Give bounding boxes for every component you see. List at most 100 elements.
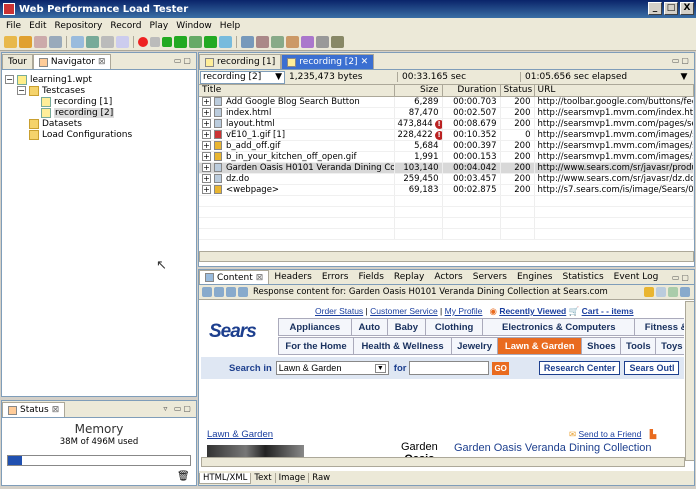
go-button[interactable]: GO [492, 361, 509, 375]
trash-icon[interactable]: 🗑 [177, 471, 190, 482]
tree-item-learning1[interactable]: − learning1.wpt [5, 74, 193, 85]
menu-repository[interactable]: Repository [51, 21, 107, 31]
chart-icon[interactable] [301, 36, 314, 48]
close-icon[interactable]: ⊠ [256, 273, 264, 283]
minimize-button[interactable]: _ [648, 2, 662, 15]
record-icon[interactable] [138, 37, 148, 47]
browser-view-icon[interactable] [238, 287, 248, 297]
pause-icon[interactable] [189, 36, 202, 48]
copy-icon[interactable] [656, 287, 666, 297]
menu-file[interactable]: File [2, 21, 25, 31]
research-center-button[interactable]: Research Center [538, 361, 621, 375]
tab-raw[interactable]: Raw [309, 473, 333, 483]
collapse-icon[interactable]: − [17, 86, 26, 95]
expand-icon[interactable]: + [202, 96, 211, 106]
tree-item-load-configurations[interactable]: Load Configurations [5, 129, 193, 140]
sears-nav-item[interactable]: Clothing [424, 318, 484, 336]
content-hscrollbar[interactable] [201, 457, 685, 467]
table-row[interactable]: + Garden Oasis H0101 Veranda Dining Colle… [199, 162, 694, 174]
table-row[interactable]: + <webpage> 69,183 00:02.875 200 http://s7.se… [199, 184, 694, 196]
search-input[interactable] [409, 361, 490, 375]
sears-outlet-button[interactable]: Sears Outl [624, 361, 680, 375]
stop-icon[interactable] [150, 37, 160, 47]
tab-html-xml[interactable]: HTML/XML [199, 472, 252, 484]
transfer-icon[interactable] [286, 36, 299, 48]
close-icon[interactable]: ✕ [361, 57, 369, 67]
chevron-down-icon[interactable]: ▼ [275, 72, 282, 82]
browser-icon[interactable] [241, 36, 254, 48]
expand-icon[interactable]: + [202, 151, 211, 161]
back-icon[interactable] [202, 287, 212, 297]
split-icon[interactable] [226, 287, 236, 297]
table-row[interactable]: + dz.do 259,450 00:03.457 200 http://www.sear… [199, 173, 694, 185]
refresh-icon[interactable] [668, 287, 678, 297]
column-size[interactable]: Size [394, 85, 443, 97]
content-vscrollbar[interactable] [685, 301, 694, 461]
editor-hscrollbar[interactable] [199, 251, 694, 262]
tab-fields[interactable]: Fields [353, 270, 389, 284]
tab-event-log[interactable]: Event Log [608, 270, 664, 284]
tab-image[interactable]: Image [276, 473, 310, 483]
collapse-icon[interactable]: − [5, 75, 14, 84]
tab-servers[interactable]: Servers [467, 270, 512, 284]
menu-record[interactable]: Record [106, 21, 145, 31]
sears-nav-item[interactable]: Tools [620, 337, 657, 355]
sears-nav-item[interactable]: Lawn & Garden [497, 337, 583, 355]
expand-icon[interactable]: + [202, 129, 211, 139]
chevron-down-icon[interactable]: ▼ [374, 363, 386, 373]
properties-icon[interactable] [71, 36, 84, 48]
fast-forward-icon[interactable] [174, 36, 187, 48]
percent-icon[interactable] [256, 36, 269, 48]
sears-nav-item[interactable]: Toys & [655, 337, 684, 355]
view-minmax-icon[interactable]: ▿ ▭▢ [163, 404, 193, 413]
table-row[interactable]: + b_add_off.gif 5,684 00:00.397 200 http://se… [199, 140, 694, 152]
maximize-button[interactable]: □ [664, 2, 678, 15]
sears-nav-item[interactable]: Shoes [581, 337, 622, 355]
warning-icon[interactable]: ! [434, 119, 441, 128]
tab-headers[interactable]: Headers [269, 270, 317, 284]
warning-icon[interactable]: ! [434, 130, 441, 139]
print-icon[interactable]: ▙ [650, 429, 657, 439]
export-icon[interactable] [116, 36, 129, 48]
expand-icon[interactable]: + [202, 118, 211, 128]
tab-replay[interactable]: Replay [388, 270, 430, 284]
new-icon[interactable] [4, 36, 17, 48]
chevron-down-icon[interactable]: ▼ [678, 72, 690, 82]
column-duration[interactable]: Duration [442, 85, 501, 97]
layout-icon[interactable] [316, 36, 329, 48]
tab-status[interactable]: Status ⊠ [2, 402, 66, 417]
sears-nav-item[interactable]: Electronics & Computers [482, 318, 636, 336]
tab-engines[interactable]: Engines [511, 270, 558, 284]
tab-recording-2[interactable]: recording [2] ✕ [281, 54, 375, 69]
tab-tour[interactable]: Tour [2, 54, 33, 69]
open-icon[interactable] [19, 36, 32, 48]
column-url[interactable]: URL [534, 85, 694, 97]
sears-nav-item[interactable]: Health & Wellness [353, 337, 453, 355]
my-profile-link[interactable]: My Profile [445, 306, 483, 316]
close-icon[interactable]: ⊠ [52, 405, 60, 415]
sears-nav-item[interactable]: Jewelry [451, 337, 499, 355]
tab-navigator[interactable]: Navigator ⊠ [32, 54, 112, 69]
print-icon[interactable] [49, 36, 62, 48]
search-category-select[interactable]: Lawn & Garden ▼ [275, 361, 389, 375]
expand-icon[interactable]: + [202, 184, 211, 194]
recently-viewed-link[interactable]: Recently Viewed [499, 306, 566, 316]
tree-item-recording-1[interactable]: recording [1] [5, 96, 193, 107]
tree-item-recording-2[interactable]: recording [2] [5, 107, 193, 118]
menu-help[interactable]: Help [216, 21, 245, 31]
play-icon[interactable] [162, 37, 172, 47]
view-minmax-icon[interactable]: ▭▢ [672, 56, 691, 65]
tab-errors[interactable]: Errors [316, 270, 354, 284]
tab-content[interactable]: Content ⊠ [199, 270, 270, 284]
sears-logo[interactable]: Sears [209, 321, 257, 343]
sears-nav-item[interactable]: For the Home [277, 337, 355, 355]
sears-nav-item[interactable]: Appliances [278, 318, 352, 336]
skip-icon[interactable] [204, 36, 217, 48]
table-row[interactable]: + b_in_your_kitchen_off_open.gif 1,991 00:0… [199, 151, 694, 163]
tab-statistics[interactable]: Statistics [557, 270, 609, 284]
customer-service-link[interactable]: Customer Service [370, 306, 438, 316]
layout-icon[interactable] [680, 287, 690, 297]
table-row[interactable]: + index.html 87,470 00:02.507 200 http://sear… [199, 107, 694, 119]
table-row[interactable]: + vE10_1.gif [1] 228,422! 00:10.352 0 http://… [199, 129, 694, 141]
forward-icon[interactable] [214, 287, 224, 297]
